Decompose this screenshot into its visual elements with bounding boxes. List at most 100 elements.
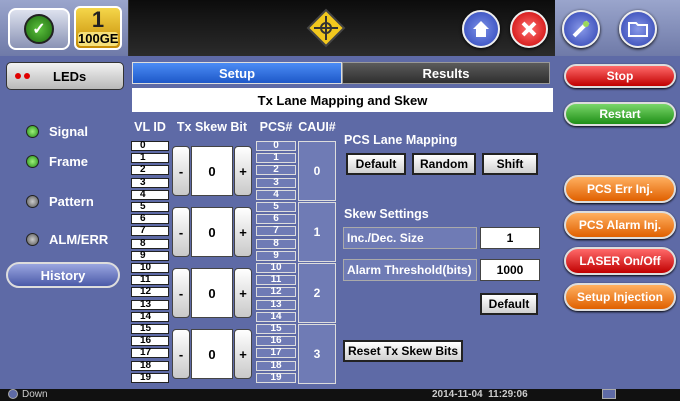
vl-id-cell: 8 xyxy=(131,238,169,249)
logo-icon: ✓ xyxy=(24,14,54,44)
vl-id-cell: 10 xyxy=(131,263,169,273)
tab-setup[interactable]: Setup xyxy=(132,62,342,84)
sidebar-item-pattern: Pattern xyxy=(0,194,94,209)
folder-button[interactable] xyxy=(619,10,657,48)
skew-group-0: - 0 + xyxy=(170,141,254,201)
pcs-alarm-inj-button[interactable]: PCS Alarm Inj. xyxy=(564,211,676,239)
stop-button[interactable]: Stop xyxy=(564,64,676,88)
pcs-cell: 5 xyxy=(256,202,296,212)
caui-cell: 0 xyxy=(298,141,336,201)
mapping-random-button[interactable]: Random xyxy=(412,153,476,175)
skew-group-1: - 0 + xyxy=(170,202,254,262)
device-icon xyxy=(602,389,616,399)
home-button[interactable] xyxy=(462,10,500,48)
skew-value[interactable]: 0 xyxy=(191,268,233,318)
history-button[interactable]: History xyxy=(6,262,120,288)
skew-default-button[interactable]: Default xyxy=(480,293,538,315)
vl-id-cell: 5 xyxy=(131,202,169,212)
close-icon xyxy=(521,21,537,37)
vl-id-cell: 4 xyxy=(131,189,169,200)
sidebar-item-label: Signal xyxy=(49,124,89,139)
pcs-cell: 2 xyxy=(256,165,296,176)
pcs-err-inj-button[interactable]: PCS Err Inj. xyxy=(564,175,676,203)
setup-injection-button[interactable]: Setup Injection xyxy=(564,283,676,311)
skew-group-2: - 0 + xyxy=(170,263,254,323)
pcs-cell: 9 xyxy=(256,250,296,261)
vl-id-cell: 1 xyxy=(131,153,169,164)
alarm-threshold-field[interactable]: 1000 xyxy=(480,259,540,281)
vl-id-cell: 9 xyxy=(131,250,169,261)
vl-id-cell: 16 xyxy=(131,336,169,347)
vl-id-cell: 13 xyxy=(131,299,169,310)
decrement-button[interactable]: - xyxy=(172,268,190,318)
sidebar-item-frame: Frame xyxy=(0,154,88,169)
vl-id-cell: 2 xyxy=(131,165,169,176)
status-led-icon xyxy=(26,195,39,208)
rate-badge[interactable]: 1 100GE xyxy=(74,6,122,50)
link-status-text: Down xyxy=(22,389,48,400)
pcs-cell: 14 xyxy=(256,311,296,322)
caui-header: CAUI# xyxy=(298,120,336,134)
status-led-icon xyxy=(26,155,39,168)
tab-results[interactable]: Results xyxy=(342,62,550,84)
pcs-cell: 8 xyxy=(256,238,296,249)
vl-id-cell: 17 xyxy=(131,348,169,359)
red-led-icon xyxy=(24,73,30,79)
skew-value[interactable]: 0 xyxy=(191,146,233,196)
datetime: 2014-11-04 11:29:06 xyxy=(432,389,528,400)
folder-icon xyxy=(628,22,648,37)
decrement-button[interactable]: - xyxy=(172,329,190,379)
increment-button[interactable]: + xyxy=(234,329,252,379)
pcs-cell: 1 xyxy=(256,153,296,164)
pcs-header: PCS# xyxy=(259,120,293,134)
rate-number: 1 xyxy=(91,7,105,32)
skew-value[interactable]: 0 xyxy=(191,329,233,379)
mapping-shift-button[interactable]: Shift xyxy=(482,153,538,175)
leds-label: LEDs xyxy=(53,68,87,84)
sidebar-item-alm-err: ALM/ERR xyxy=(0,232,108,247)
vl-id-cell: 15 xyxy=(131,324,169,334)
leds-button[interactable]: LEDs xyxy=(6,62,124,90)
mapping-default-button[interactable]: Default xyxy=(346,153,406,175)
section-title: Tx Lane Mapping and Skew xyxy=(132,88,553,112)
skew-value[interactable]: 0 xyxy=(191,207,233,257)
inc-dec-size-field[interactable]: 1 xyxy=(480,227,540,249)
decrement-button[interactable]: - xyxy=(172,146,190,196)
laser-onoff-button[interactable]: LASER On/Off xyxy=(564,247,676,275)
alarm-threshold-label: Alarm Threshold(bits) xyxy=(343,259,477,281)
pcs-cell: 19 xyxy=(256,372,296,383)
caui-cell: 2 xyxy=(298,263,336,323)
sidebar-item-label: ALM/ERR xyxy=(49,232,109,247)
red-led-icon xyxy=(15,73,21,79)
pcs-cell: 3 xyxy=(256,177,296,188)
vl-id-cell: 6 xyxy=(131,214,169,225)
restart-button[interactable]: Restart xyxy=(564,102,676,126)
warning-icon[interactable] xyxy=(306,8,346,48)
home-icon xyxy=(473,21,489,37)
app-logo-button[interactable]: ✓ xyxy=(8,8,70,50)
skew-group-3: - 0 + xyxy=(170,324,254,384)
tools-button[interactable] xyxy=(562,10,600,48)
caui-cell: 1 xyxy=(298,202,336,262)
pcs-cell: 11 xyxy=(256,275,296,286)
pcs-cell: 6 xyxy=(256,214,296,225)
decrement-button[interactable]: - xyxy=(172,207,190,257)
caui-cell: 3 xyxy=(298,324,336,384)
pcs-lane-mapping-title: PCS Lane Mapping xyxy=(344,133,458,147)
reset-tx-skew-bits-button[interactable]: Reset Tx Skew Bits xyxy=(343,340,463,362)
increment-button[interactable]: + xyxy=(234,146,252,196)
tools-icon xyxy=(572,20,590,38)
vl-id-cell: 0 xyxy=(131,141,169,151)
vl-id-cell: 12 xyxy=(131,287,169,298)
vl-id-cell: 3 xyxy=(131,177,169,188)
status-led-icon xyxy=(26,233,39,246)
increment-button[interactable]: + xyxy=(234,268,252,318)
inc-dec-size-label: Inc./Dec. Size xyxy=(343,227,477,249)
pcs-cell: 10 xyxy=(256,263,296,273)
close-button[interactable] xyxy=(510,10,548,48)
pcs-cell: 16 xyxy=(256,336,296,347)
status-led-icon xyxy=(26,125,39,138)
pcs-cell: 0 xyxy=(256,141,296,151)
skew-settings-title: Skew Settings xyxy=(344,207,429,221)
increment-button[interactable]: + xyxy=(234,207,252,257)
